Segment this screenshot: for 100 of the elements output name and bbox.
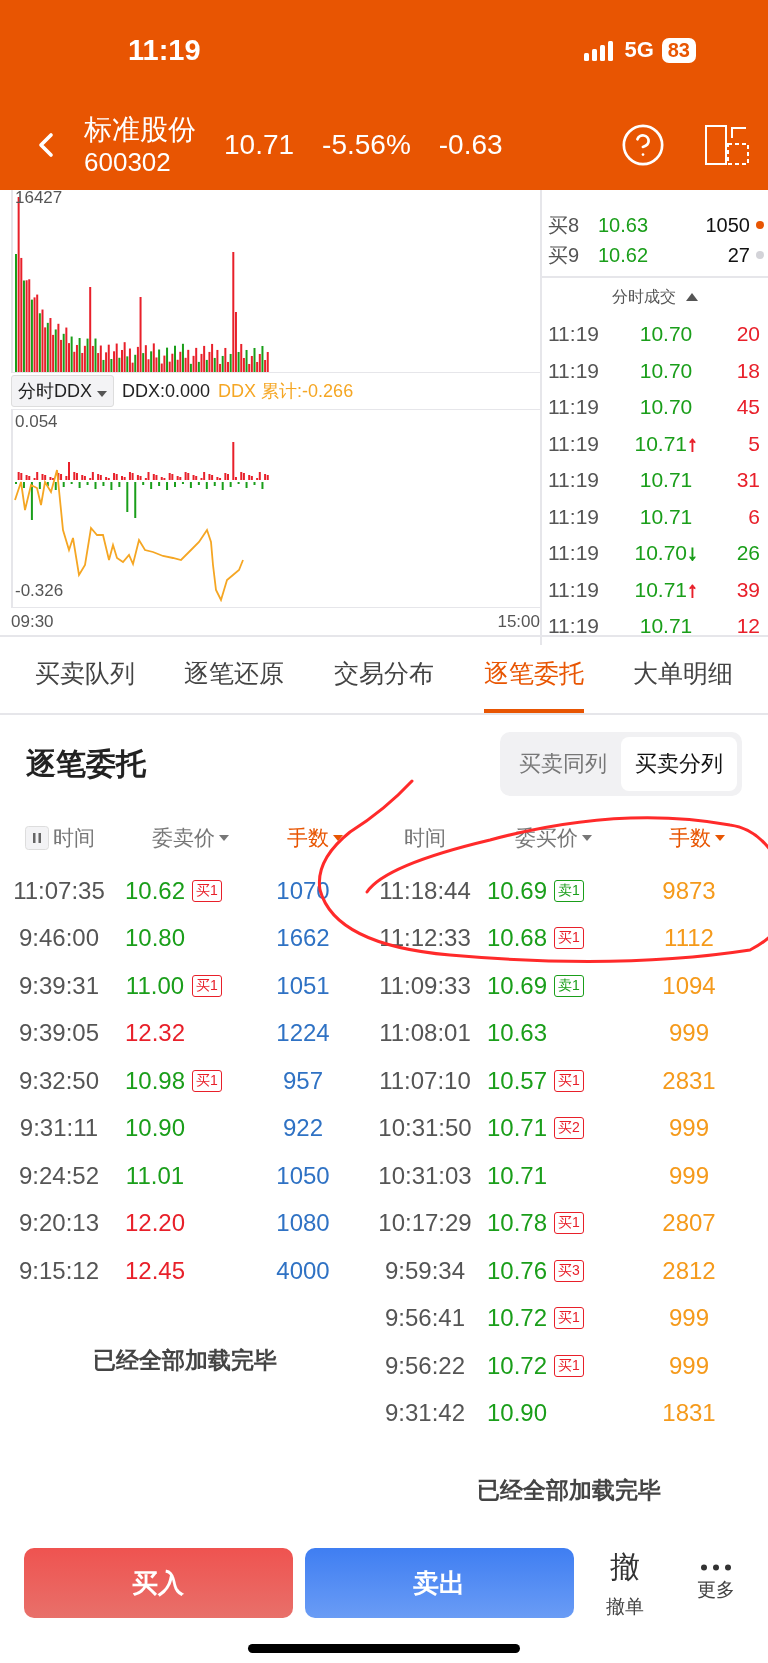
- tick-price: 10.71: [638, 468, 694, 493]
- tick-price: 10.71: [638, 614, 694, 639]
- order-volume: 1080: [275, 1209, 331, 1238]
- caret-icon: [333, 835, 343, 841]
- order-volume: 999: [667, 1114, 710, 1143]
- tick-volume: 26: [735, 541, 760, 566]
- order-price: 10.76: [485, 1256, 549, 1285]
- order-volume: 1094: [661, 971, 717, 1000]
- order-price: 10.68: [485, 924, 549, 953]
- column-header[interactable]: 时间: [53, 824, 95, 852]
- tick-price: 10.71: [638, 504, 694, 529]
- action-button[interactable]: 撤 撤单: [585, 1546, 665, 1620]
- order-time: 11:08:01: [378, 1019, 472, 1048]
- order-price: 10.98: [123, 1066, 187, 1095]
- help-icon[interactable]: [620, 122, 666, 168]
- mode-option[interactable]: 买卖分列: [621, 737, 737, 791]
- order-volume: 999: [667, 1304, 710, 1333]
- order-tag: 买1: [554, 1307, 584, 1330]
- tick-volume: 20: [735, 322, 760, 347]
- order-price: 11.01: [124, 1161, 186, 1190]
- tick-time: 11:19: [548, 541, 600, 566]
- tab[interactable]: 大单明细: [633, 637, 734, 713]
- order-level: 买9: [548, 242, 581, 268]
- ticks-title: 分时成交: [612, 286, 676, 307]
- tick-time: 11:19: [548, 504, 600, 529]
- order-time: 9:31:11: [18, 1114, 100, 1143]
- order-volume: 1224: [275, 1019, 331, 1048]
- tick-price: 10.70: [638, 395, 694, 420]
- caret-icon: [218, 835, 229, 841]
- order-price: 10.71: [485, 1114, 549, 1143]
- action-button[interactable]: 更多: [676, 1563, 756, 1603]
- order-time: 11:07:10: [378, 1066, 472, 1095]
- tick-volume: 39: [735, 577, 760, 602]
- order-time: 10:31:03: [377, 1161, 473, 1190]
- order-time: 9:31:42: [383, 1399, 467, 1428]
- stock-code: 600302: [84, 147, 172, 177]
- order-tag: 买1: [554, 1212, 584, 1235]
- order-price: 10.62: [598, 243, 650, 267]
- change-percent: -5.56%: [322, 129, 411, 161]
- order-time: 9:20:13: [17, 1209, 101, 1238]
- order-price: 10.90: [485, 1399, 549, 1428]
- order-tag: 买1: [554, 1069, 584, 1092]
- order-price: 10.80: [123, 924, 187, 953]
- battery-indicator: 83: [661, 37, 696, 63]
- column-header[interactable]: 委卖价: [151, 824, 215, 852]
- pause-icon[interactable]: [25, 826, 49, 850]
- order-time: 10:17:29: [377, 1209, 473, 1238]
- tick-volume: 18: [735, 358, 760, 383]
- order-price: 10.63: [485, 1019, 549, 1048]
- collapse-icon[interactable]: [686, 293, 698, 301]
- order-volume: 9873: [661, 876, 717, 905]
- indicator-dropdown[interactable]: 分时DDX: [11, 375, 115, 407]
- volume-max-label: 16427: [15, 188, 63, 208]
- split-screen-icon[interactable]: [704, 122, 750, 168]
- tick-volume: 5: [747, 431, 760, 456]
- tick-price: 10.71↑: [633, 577, 699, 602]
- buy-button[interactable]: 买入: [24, 1548, 293, 1618]
- tab[interactable]: 逐笔委托: [483, 637, 584, 713]
- order-level: 买8: [548, 212, 581, 238]
- column-header[interactable]: 手数: [669, 824, 711, 852]
- tick-time: 11:19: [548, 431, 600, 456]
- tick-volume: 31: [735, 468, 760, 493]
- tab[interactable]: 买卖队列: [34, 637, 135, 713]
- tick-time: 11:19: [548, 614, 600, 639]
- order-volume: 999: [667, 1351, 710, 1380]
- order-price: 12.45: [123, 1256, 187, 1285]
- order-volume: 999: [667, 1161, 710, 1190]
- order-tag: 买3: [554, 1259, 584, 1282]
- order-volume: 4000: [275, 1256, 331, 1285]
- axis-end-time: 15:00: [497, 612, 540, 632]
- order-time: 11:18:44: [378, 876, 472, 905]
- order-time: 9:59:34: [383, 1256, 467, 1285]
- order-price: 10.62: [123, 876, 187, 905]
- stock-name: 标准股份: [84, 113, 196, 147]
- ddx-value: DDX:0.000: [122, 380, 211, 402]
- stock-price: 10.71: [224, 129, 295, 161]
- order-price: 10.57: [485, 1066, 549, 1095]
- column-header[interactable]: 手数: [287, 824, 329, 852]
- more-icon: [700, 1563, 733, 1571]
- order-price: 10.72: [485, 1304, 549, 1333]
- tab[interactable]: 逐笔还原: [184, 637, 285, 713]
- column-header[interactable]: 时间: [404, 824, 446, 852]
- caret-icon: [97, 391, 108, 397]
- order-price: 11.00: [124, 971, 186, 1000]
- ddx-min-label: -0.326: [15, 581, 64, 601]
- order-volume: 1050: [704, 213, 750, 237]
- order-price: 10.78: [485, 1209, 549, 1238]
- order-volume: 922: [281, 1114, 324, 1143]
- status-time: 11:19: [128, 33, 201, 67]
- order-volume: 1662: [275, 924, 331, 953]
- ddx-total: DDX 累计:-0.266: [218, 380, 354, 403]
- tab[interactable]: 交易分布: [334, 637, 434, 713]
- order-time: 9:39:05: [17, 1019, 101, 1048]
- order-volume: 1051: [275, 971, 331, 1000]
- order-tag: 卖1: [554, 974, 584, 997]
- tick-volume: 6: [747, 504, 760, 529]
- ddx-max-label: 0.054: [15, 412, 58, 432]
- order-price: 12.32: [123, 1019, 187, 1048]
- sell-button[interactable]: 卖出: [304, 1548, 574, 1618]
- mode-option[interactable]: 买卖同列: [505, 737, 621, 791]
